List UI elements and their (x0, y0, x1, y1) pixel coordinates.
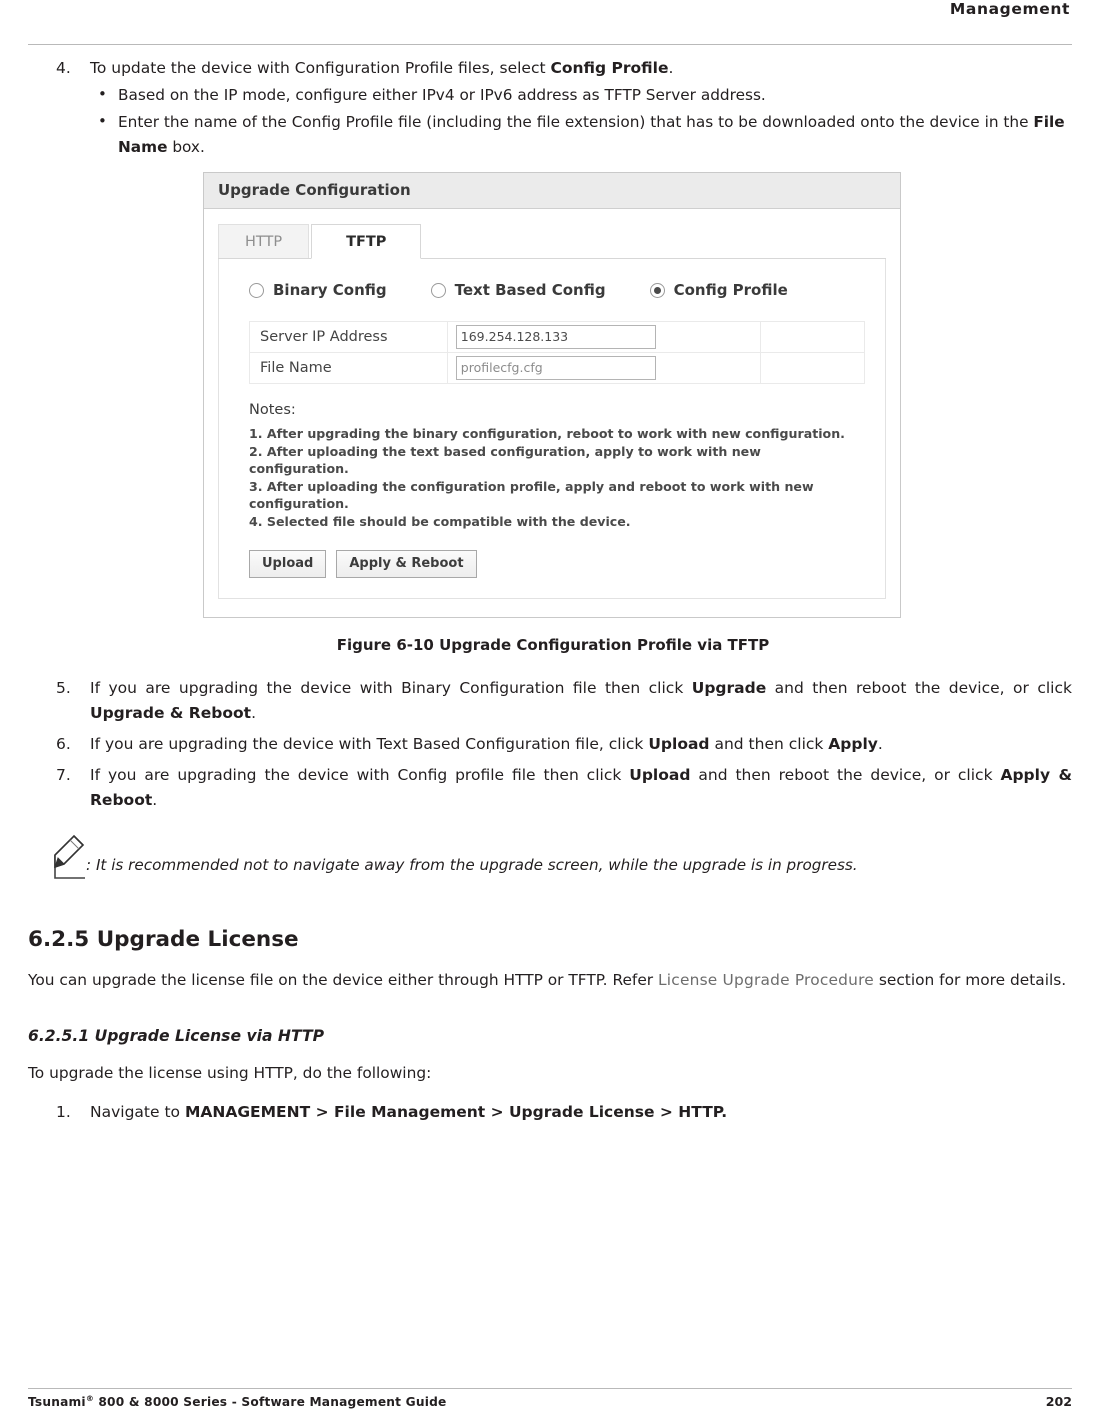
step4-text-before: To update the device with Configuration … (90, 59, 551, 77)
field-label-server-ip: Server IP Address (249, 321, 448, 353)
list-item: • Enter the name of the Config Profile fi… (28, 110, 1072, 160)
step7-t2: and then reboot the device, or click (690, 766, 1001, 784)
list-item: 5. If you are upgrading the device with B… (28, 676, 1072, 726)
step6-t2: and then click (709, 735, 829, 753)
radio-label: Text Based Config (454, 281, 606, 299)
file-name-input[interactable]: profilecfg.cfg (455, 356, 656, 380)
radio-label: Binary Config (273, 281, 387, 299)
footer-brand: Tsunami (28, 1395, 86, 1410)
list-item: 7. If you are upgrading the device with C… (28, 763, 1072, 813)
field-label-file-name: File Name (249, 352, 448, 384)
button-row: Upload Apply & Reboot (249, 550, 865, 578)
step4-bold: Config Profile (550, 59, 669, 77)
license-step1-t1: Navigate to (90, 1103, 185, 1121)
step5-b1: Upgrade (691, 679, 767, 697)
radio-icon-selected[interactable] (649, 282, 665, 298)
cross-reference-link[interactable]: License Upgrade Procedure (658, 971, 874, 989)
list-number: 7. (56, 766, 71, 784)
page-content: 4. To update the device with Configuratio… (28, 56, 1072, 1127)
para-after: section for more details. (873, 971, 1067, 989)
step6-b1: Upload (648, 735, 710, 753)
step5-t2: and then reboot the device, or click (766, 679, 1072, 697)
bullet2-text-after: box. (167, 138, 205, 156)
page-header-title: Management (949, 0, 1070, 18)
step5-t3: . (251, 704, 256, 722)
tab-tftp[interactable]: TFTP (311, 224, 422, 259)
notes-label: Notes: (249, 402, 296, 418)
footer-guide-title: Tsunami® 800 & 8000 Series - Software Ma… (28, 1394, 446, 1409)
list-item: • Based on the IP mode, configure either … (28, 83, 1072, 108)
note-line: 3. After uploading the configuration pro… (249, 478, 814, 512)
settings-table: Server IP Address 169.254.128.133 File N… (249, 321, 865, 384)
header-divider (28, 44, 1072, 45)
upgrade-type-radio-group: Binary Config Text Based Config Config P… (249, 281, 865, 299)
radio-option-binary-config[interactable]: Binary Config (249, 281, 387, 299)
table-row: File Name profilecfg.cfg (249, 352, 865, 384)
list-number: 1. (56, 1103, 71, 1121)
tftp-panel: Binary Config Text Based Config Config P… (218, 259, 886, 599)
field-cell-spacer (760, 321, 865, 353)
section-paragraph: You can upgrade the license file on the … (28, 968, 1072, 993)
table-row: Server IP Address 169.254.128.133 (249, 321, 865, 353)
note-line: 1. After upgrading the binary configurat… (249, 426, 845, 441)
note-line: 4. Selected file should be compatible wi… (249, 513, 631, 529)
page-number: 202 (1045, 1394, 1072, 1409)
field-cell-server-ip: 169.254.128.133 (446, 321, 762, 353)
list-number: 6. (56, 735, 71, 753)
step6-b2: Apply (828, 735, 878, 753)
radio-option-text-based-config[interactable]: Text Based Config (430, 281, 606, 299)
step7-t1: If you are upgrading the device with Con… (90, 766, 630, 784)
step6-t3: . (877, 735, 883, 753)
bullet-icon: • (98, 85, 107, 103)
bullet2-text-before: Enter the name of the Config Profile fil… (118, 113, 1034, 131)
subsection-heading: 6.2.5.1 Upgrade License via HTTP (28, 1027, 325, 1045)
footer-divider (28, 1388, 1072, 1389)
step6-t1: If you are upgrading the device with Tex… (90, 735, 649, 753)
note-callout: : It is recommended not to navigate away… (28, 834, 1072, 883)
upgrade-configuration-window: Upgrade Configuration HTTP TFTP Binary C… (203, 172, 901, 618)
footer-guide-name: 800 & 8000 Series - Software Management … (93, 1395, 447, 1410)
field-cell-spacer (760, 352, 865, 384)
step7-b1: Upload (629, 766, 691, 784)
figure-caption: Figure 6-10 Upgrade Configuration Profil… (336, 636, 770, 654)
note-line: 2. After uploading the text based config… (249, 443, 761, 477)
tab-http[interactable]: HTTP (218, 224, 310, 258)
step4-text-after: . (668, 59, 674, 77)
bullet-icon: • (98, 112, 107, 130)
radio-option-config-profile[interactable]: Config Profile (649, 281, 788, 299)
window-title: Upgrade Configuration (204, 173, 900, 209)
field-cell-file-name: profilecfg.cfg (446, 352, 762, 384)
page-footer: Tsunami® 800 & 8000 Series - Software Ma… (28, 1388, 1072, 1412)
step5-t1: If you are upgrading the device with Bin… (90, 679, 692, 697)
radio-icon[interactable] (249, 282, 264, 298)
section-heading: 6.2.5 Upgrade License (28, 927, 299, 952)
para-before: You can upgrade the license file on the … (28, 971, 659, 989)
footer-registered-icon: ® (85, 1394, 94, 1403)
apply-and-reboot-button[interactable]: Apply & Reboot (336, 550, 477, 578)
window-body: HTTP TFTP Binary Config Text Based Confi (204, 209, 900, 617)
pencil-note-icon (54, 834, 85, 879)
list-item: 4. To update the device with Configuratio… (28, 56, 1072, 81)
note-text: : It is recommended not to navigate away… (86, 856, 858, 874)
upload-button[interactable]: Upload (249, 550, 327, 578)
radio-label: Config Profile (673, 281, 788, 299)
tab-bar: HTTP TFTP (218, 223, 886, 259)
list-item: 1. Navigate to MANAGEMENT > File Manageme… (28, 1100, 1072, 1125)
bullet1-text: Based on the IP mode, configure either I… (118, 86, 766, 104)
figure: Upgrade Configuration HTTP TFTP Binary C… (203, 172, 903, 654)
step5-b2: Upgrade & Reboot (90, 704, 252, 722)
radio-icon[interactable] (430, 282, 446, 298)
server-ip-input[interactable]: 169.254.128.133 (455, 325, 656, 349)
list-number: 4. (56, 59, 71, 77)
step7-t3: . (152, 791, 158, 809)
license-step1-b1: MANAGEMENT > File Management > Upgrade L… (184, 1103, 728, 1121)
subsection-paragraph: To upgrade the license using HTTP, do th… (28, 1064, 432, 1082)
list-number: 5. (56, 679, 71, 697)
list-item: 6. If you are upgrading the device with T… (28, 732, 1072, 757)
document-page: Management 4. To update the device with C… (0, 0, 1100, 1428)
